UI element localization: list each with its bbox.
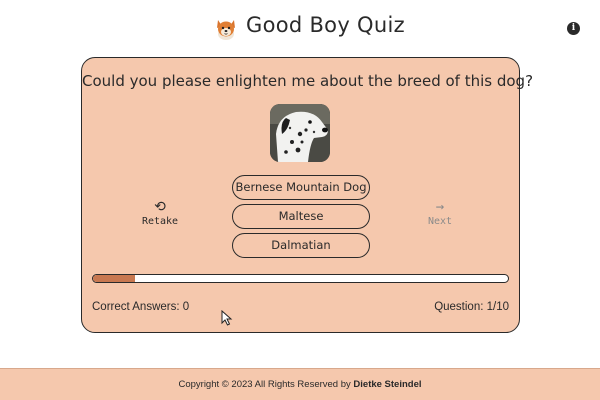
correct-answers: Correct Answers: 0 [92, 301, 190, 313]
question-counter: Question: 1/10 [434, 301, 509, 313]
progress-bar [92, 274, 509, 283]
retake-button[interactable]: ⟲ Retake [130, 200, 190, 227]
next-label: Next [427, 216, 453, 227]
info-icon[interactable]: i [567, 22, 580, 35]
option-1[interactable]: Bernese Mountain Dog [232, 175, 370, 200]
mouse-cursor-icon [221, 310, 233, 326]
option-2[interactable]: Maltese [232, 204, 370, 229]
header: Good Boy Quiz i [0, 0, 600, 56]
progress-fill [93, 275, 135, 282]
dog-face-icon [217, 20, 235, 40]
dog-image [270, 104, 330, 162]
question-text: Could you please enlighten me about the … [82, 72, 534, 90]
repeat-icon: ⟲ [154, 199, 166, 215]
quiz-card: Could you please enlighten me about the … [81, 57, 534, 333]
dalmatian-photo [270, 104, 330, 162]
page-footer: Copyright © 2023 All Rights Reserved by … [0, 368, 600, 400]
next-button[interactable]: → Next [410, 200, 470, 227]
retake-label: Retake [141, 216, 179, 227]
app-title: Good Boy Quiz [246, 13, 405, 37]
arrow-right-icon: → [435, 199, 445, 215]
copyright-text: Copyright © 2023 All Rights Reserved by [178, 379, 351, 390]
author-name: Dietke Steindel [353, 379, 422, 390]
option-3[interactable]: Dalmatian [232, 233, 370, 258]
